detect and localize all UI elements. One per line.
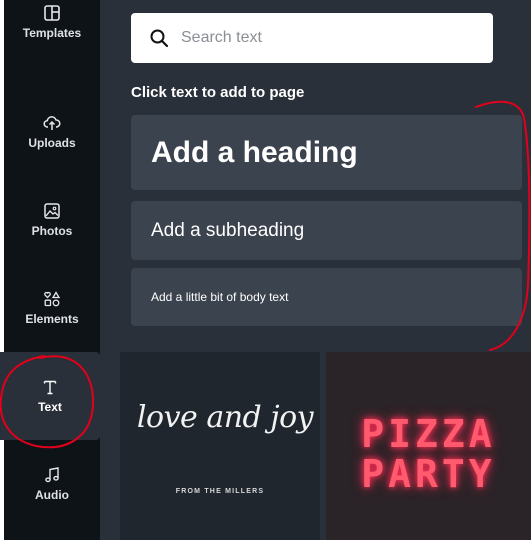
sidebar-item-label: Photos	[31, 224, 73, 238]
template-neon-line-1: PIZZA	[361, 412, 496, 456]
template-pizza-party[interactable]: PIZZA PARTY	[326, 352, 531, 540]
upload-cloud-icon	[43, 116, 61, 130]
search-box[interactable]	[131, 13, 493, 63]
add-subheading-label: Add a subheading	[151, 219, 305, 241]
add-subheading-button[interactable]: Add a subheading	[131, 201, 522, 260]
add-body-text-button[interactable]: Add a little bit of body text	[131, 268, 522, 326]
sidebar-item-text[interactable]: Text	[0, 352, 100, 440]
sidebar-item-label: Uploads	[28, 136, 76, 150]
sidebar-item-label: Templates	[22, 26, 82, 40]
sidebar-item-uploads[interactable]: Uploads	[4, 88, 100, 176]
sidebar-item-label: Audio	[35, 488, 69, 502]
sidebar-item-elements[interactable]: Elements	[4, 264, 100, 352]
photo-icon	[44, 203, 60, 219]
template-love-and-joy[interactable]: love and joy FROM THE MILLERS	[120, 352, 320, 540]
section-title: Click text to add to page	[131, 84, 305, 101]
add-body-text-label: Add a little bit of body text	[151, 290, 289, 304]
sidebar-item-label: Elements	[25, 312, 79, 326]
sidebar-item-photos[interactable]: Photos	[4, 176, 100, 264]
left-sidebar: Templates Uploads Photos Elements Text A…	[0, 0, 100, 540]
search-icon	[150, 29, 169, 48]
add-heading-button[interactable]: Add a heading	[131, 115, 522, 190]
sidebar-item-audio[interactable]: Audio	[4, 440, 100, 528]
shapes-icon	[44, 291, 61, 307]
text-panel: Click text to add to page Add a heading …	[100, 0, 531, 540]
templates-icon	[44, 5, 60, 21]
sidebar-item-label: Text	[38, 400, 62, 414]
sidebar-item-templates[interactable]: Templates	[4, 0, 100, 66]
search-input[interactable]	[179, 28, 483, 48]
add-heading-label: Add a heading	[151, 135, 358, 169]
music-note-icon	[45, 467, 59, 483]
template-subtitle: FROM THE MILLERS	[175, 488, 265, 495]
text-t-icon	[43, 380, 57, 395]
template-script-text: love and joy	[136, 400, 314, 435]
template-neon-line-2: PARTY	[361, 452, 496, 496]
